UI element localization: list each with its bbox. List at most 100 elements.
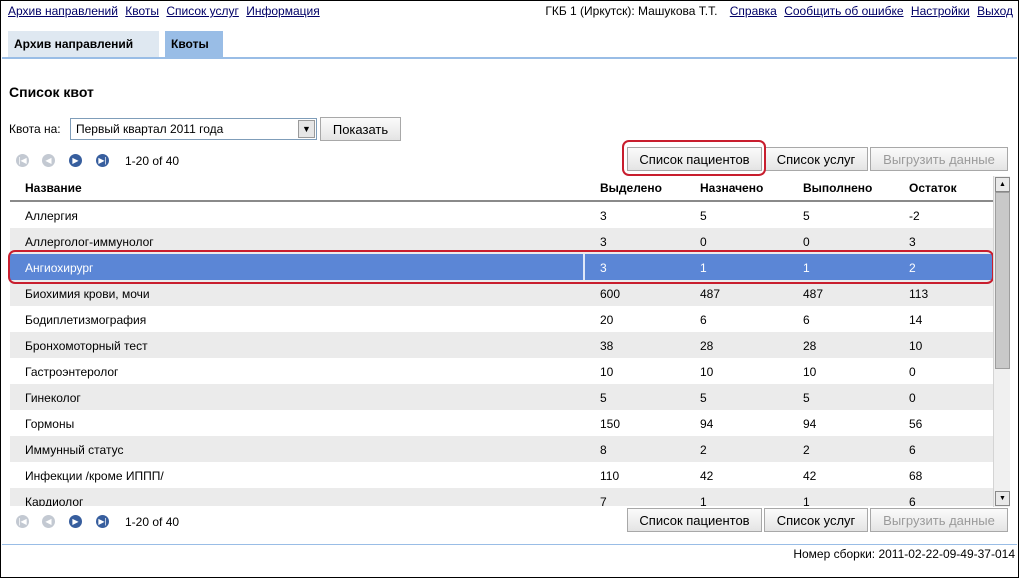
table-cell: Гастроэнтеролог [25,365,119,379]
column-header-name[interactable]: Название [25,181,82,195]
table-cell: 5 [700,391,707,405]
table-cell: 8 [600,443,607,457]
table-cell: 10 [909,339,923,353]
table-cell: 3 [909,235,916,249]
table-row[interactable]: Иммунный статус 8 2 2 6 [10,436,993,462]
table-cell: 0 [803,235,810,249]
quota-period-value: Первый квартал 2011 года [76,122,224,136]
table-cell: 28 [700,339,714,353]
table-cell: 487 [700,287,721,301]
nav-link-quotas[interactable]: Квоты [125,4,159,18]
tab-archive[interactable]: Архив направлений [8,31,159,57]
column-header-completed[interactable]: Выполнено [803,181,872,195]
next-page-icon[interactable]: ▶ [69,515,82,528]
help-link[interactable]: Справка [730,4,777,18]
quota-period-select[interactable]: Первый квартал 2011 года ▼ [70,118,317,140]
report-error-link[interactable]: Сообщить об ошибке [784,4,903,18]
table-cell: 1 [700,495,707,506]
export-data-button[interactable]: Выгрузить данные [870,508,1008,532]
prev-page-icon[interactable]: ◀ [42,515,55,528]
table-scrollbar[interactable]: ▲ ▼ [993,176,1010,507]
highlight-patients-button [622,140,766,176]
column-header-assigned[interactable]: Назначено [700,181,763,195]
table-cell: Бодиплетизмография [25,313,147,327]
chevron-down-icon[interactable]: ▼ [298,120,315,138]
table-cell: 600 [600,287,621,301]
table-row[interactable]: Гормоны 150 94 94 56 [10,410,993,436]
page-title: Список квот [9,84,94,100]
table-cell: Аллергия [25,209,78,223]
table-cell: 3 [600,209,607,223]
table-cell: 487 [803,287,824,301]
table-row[interactable]: Гастроэнтеролог 10 10 10 0 [10,358,993,384]
patients-list-button[interactable]: Список пациентов [627,508,762,532]
first-page-icon[interactable]: |◀ [16,154,29,167]
table-cell: 3 [600,235,607,249]
first-page-icon[interactable]: |◀ [16,515,29,528]
table-body: Аллергия 3 5 5 -2 Аллерголог-иммунолог 3 0 0 3 Анг… [10,202,993,506]
table-cell: 42 [700,469,714,483]
next-page-icon[interactable]: ▶ [69,154,82,167]
table-cell: 1 [803,495,810,506]
table-cell: Гинеколог [25,391,81,405]
services-list-button[interactable]: Список услуг [764,147,868,171]
column-header-allocated[interactable]: Выделено [600,181,662,195]
build-number: Номер сборки: 2011-02-22-09-49-37-014 [793,547,1015,561]
table-cell: 14 [909,313,923,327]
table-cell: 0 [909,365,916,379]
current-user: ГКБ 1 (Иркутск): Машукова Т.Т. [545,4,718,18]
table-cell: 7 [600,495,607,506]
tab-quotas[interactable]: Квоты [165,31,223,57]
table-cell: 5 [803,391,810,405]
table-cell: 5 [600,391,607,405]
table-header: Название Выделено Назначено Выполнено Ос… [10,176,993,202]
table-cell: 10 [600,365,614,379]
table-cell: 113 [909,287,929,301]
table-cell: 5 [700,209,707,223]
last-page-icon[interactable]: ▶| [96,515,109,528]
table-row[interactable]: Бодиплетизмография 20 6 6 14 [10,306,993,332]
table-cell: 6 [909,443,916,457]
logout-link[interactable]: Выход [977,4,1013,18]
table-cell: -2 [909,209,920,223]
table-cell: 2 [803,443,810,457]
table-cell: 20 [600,313,614,327]
column-header-remaining[interactable]: Остаток [909,181,957,195]
show-button[interactable]: Показать [320,117,401,141]
table-row[interactable]: Аллергия 3 5 5 -2 [10,202,993,228]
table-row[interactable]: Кардиолог 7 1 1 6 [10,488,993,506]
table-cell: 10 [700,365,714,379]
scroll-down-icon[interactable]: ▼ [995,491,1010,506]
table-row[interactable]: Бронхомоторный тест 38 28 28 10 [10,332,993,358]
table-cell: 110 [600,469,620,483]
settings-link[interactable]: Настройки [911,4,970,18]
quota-table: Название Выделено Назначено Выполнено Ос… [10,176,993,506]
export-data-button[interactable]: Выгрузить данные [870,147,1008,171]
main-menu: Архив направлений Квоты Список услуг Инф… [8,4,324,18]
table-row[interactable]: Инфекции /кроме ИППП/110 42 42 68 [10,462,993,488]
table-cell: Биохимия крови, мочи [25,287,150,301]
table-cell: 0 [909,391,916,405]
page-range: 1-20 of 40 [125,515,180,529]
table-cell: 5 [803,209,810,223]
table-cell: Инфекции /кроме ИППП/ [25,469,164,483]
scroll-thumb[interactable] [995,192,1010,369]
table-row[interactable]: Гинеколог 5 5 5 0 [10,384,993,410]
nav-link-archive[interactable]: Архив направлений [8,4,118,18]
table-cell: Кардиолог [25,495,84,506]
nav-link-information[interactable]: Информация [246,4,319,18]
last-page-icon[interactable]: ▶| [96,154,109,167]
top-navigation: Архив направлений Квоты Список услуг Инф… [8,4,1013,20]
table-cell: 38 [600,339,614,353]
table-cell: 42 [803,469,817,483]
prev-page-icon[interactable]: ◀ [42,154,55,167]
services-list-button[interactable]: Список услуг [764,508,868,532]
scroll-up-icon[interactable]: ▲ [995,177,1010,192]
table-cell: 0 [700,235,707,249]
user-menu: ГКБ 1 (Иркутск): Машукова Т.Т. Справка С… [545,4,1013,18]
quota-period-label: Квота на: [9,122,61,136]
table-cell: 10 [803,365,817,379]
highlight-selected-row [8,250,994,284]
tab-divider [2,57,1017,59]
nav-link-services[interactable]: Список услуг [166,4,239,18]
